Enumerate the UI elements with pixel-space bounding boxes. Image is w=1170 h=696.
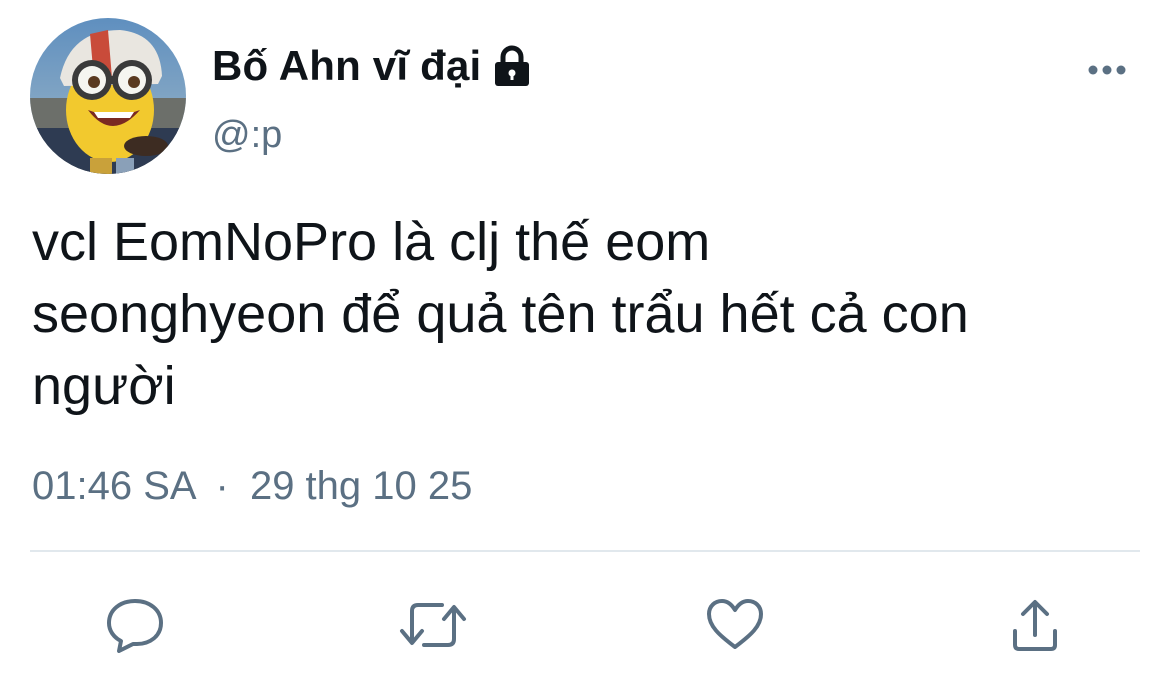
tweet-text: vcl EomNoPro là clj thế eom seonghyeon đ… [32, 212, 969, 416]
retweet-button[interactable] [398, 590, 468, 660]
reply-button[interactable] [100, 590, 170, 660]
tweet-date: 29 thg 10 25 [249, 464, 473, 508]
tweet-time: 01:46 SA [32, 464, 195, 508]
divider [30, 550, 1140, 552]
more-button[interactable] [1082, 50, 1132, 90]
separator: · [215, 464, 229, 508]
like-button[interactable] [700, 590, 770, 660]
display-name[interactable]: Bố Ahn vĩ đại [212, 42, 481, 90]
lock-icon [489, 43, 535, 89]
handle[interactable]: @:p [212, 114, 282, 157]
retweet-icon [400, 603, 466, 647]
reply-icon [107, 599, 163, 653]
timestamp[interactable]: 01:46 SA · 29 thg 10 25 [32, 464, 472, 509]
more-horizontal-icon [1088, 65, 1126, 75]
share-button[interactable] [1000, 590, 1070, 660]
author-header: Bố Ahn vĩ đại [212, 38, 535, 94]
action-bar [0, 590, 1170, 660]
avatar-image [30, 18, 186, 174]
heart-icon [707, 599, 763, 649]
share-icon [1013, 600, 1057, 651]
avatar[interactable] [30, 18, 186, 174]
